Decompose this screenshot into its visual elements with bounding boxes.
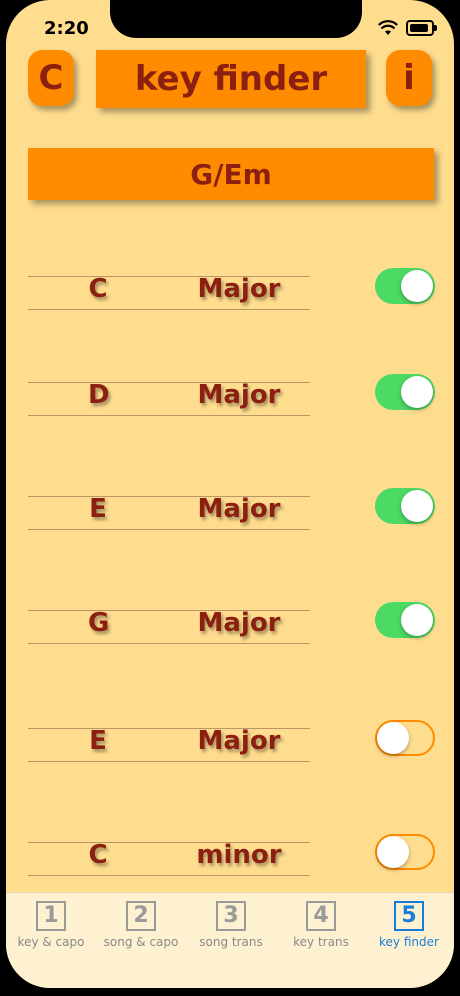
row-line-bottom xyxy=(28,529,310,530)
chord-quality[interactable]: Major xyxy=(184,380,294,410)
chord-note[interactable]: E xyxy=(88,726,108,756)
chord-row-6: C minor xyxy=(6,834,454,894)
row-line-bottom xyxy=(28,309,310,310)
status-icons xyxy=(378,20,437,36)
toggle-knob xyxy=(401,270,433,302)
tab-key-trans[interactable]: 4 key trans xyxy=(276,901,366,949)
row-line-bottom xyxy=(28,643,310,644)
tab-key-capo[interactable]: 1 key & capo xyxy=(6,901,96,949)
row-line-bottom xyxy=(28,415,310,416)
toggle-knob xyxy=(401,490,433,522)
chord-quality[interactable]: minor xyxy=(184,840,294,870)
page-title: key finder xyxy=(96,50,366,108)
chord-note[interactable]: E xyxy=(88,494,108,524)
app-screen: 2:20 C key finder i G/Em C Major D Major… xyxy=(6,0,454,988)
chord-row-4: G Major xyxy=(6,602,454,662)
key-result: G/Em xyxy=(28,148,434,200)
tab-label: key finder xyxy=(379,935,439,949)
info-button[interactable]: i xyxy=(386,50,432,106)
tab-number: 1 xyxy=(36,901,66,931)
chord-row-5: E Major xyxy=(6,720,454,780)
tab-number: 4 xyxy=(306,901,336,931)
tab-label: song trans xyxy=(199,935,263,949)
chord-toggle[interactable] xyxy=(375,834,435,870)
tab-bar: 1 key & capo 2 song & capo 3 song trans … xyxy=(6,892,454,988)
toggle-knob xyxy=(377,836,409,868)
device-notch xyxy=(110,0,362,38)
row-line-bottom xyxy=(28,761,310,762)
chord-note[interactable]: D xyxy=(88,380,110,410)
chord-quality[interactable]: Major xyxy=(184,494,294,524)
chord-toggle[interactable] xyxy=(375,720,435,756)
tab-song-trans[interactable]: 3 song trans xyxy=(186,901,276,949)
tab-label: key trans xyxy=(293,935,349,949)
row-line-bottom xyxy=(28,875,310,876)
chord-quality[interactable]: Major xyxy=(184,726,294,756)
toggle-knob xyxy=(377,722,409,754)
toggle-knob xyxy=(401,604,433,636)
status-time: 2:20 xyxy=(44,18,89,39)
chord-note[interactable]: C xyxy=(88,274,108,304)
tab-key-finder[interactable]: 5 key finder xyxy=(364,901,454,949)
tab-number: 2 xyxy=(126,901,156,931)
key-select-button[interactable]: C xyxy=(28,50,74,106)
chord-toggle[interactable] xyxy=(375,602,435,638)
chord-toggle[interactable] xyxy=(375,268,435,304)
chord-row-2: D Major xyxy=(6,374,454,434)
chord-note[interactable]: G xyxy=(88,608,109,638)
chord-toggle[interactable] xyxy=(375,488,435,524)
wifi-icon xyxy=(378,20,398,35)
chord-row-3: E Major xyxy=(6,488,454,548)
chord-note[interactable]: C xyxy=(88,840,108,870)
battery-icon xyxy=(406,20,437,36)
toggle-knob xyxy=(401,376,433,408)
chord-quality[interactable]: Major xyxy=(184,274,294,304)
tab-song-capo[interactable]: 2 song & capo xyxy=(96,901,186,949)
chord-toggle[interactable] xyxy=(375,374,435,410)
tab-label: key & capo xyxy=(17,935,85,949)
chord-quality[interactable]: Major xyxy=(184,608,294,638)
tab-number: 3 xyxy=(216,901,246,931)
tab-number: 5 xyxy=(394,901,424,931)
chord-row-1: C Major xyxy=(6,268,454,328)
tab-label: song & capo xyxy=(103,935,179,949)
